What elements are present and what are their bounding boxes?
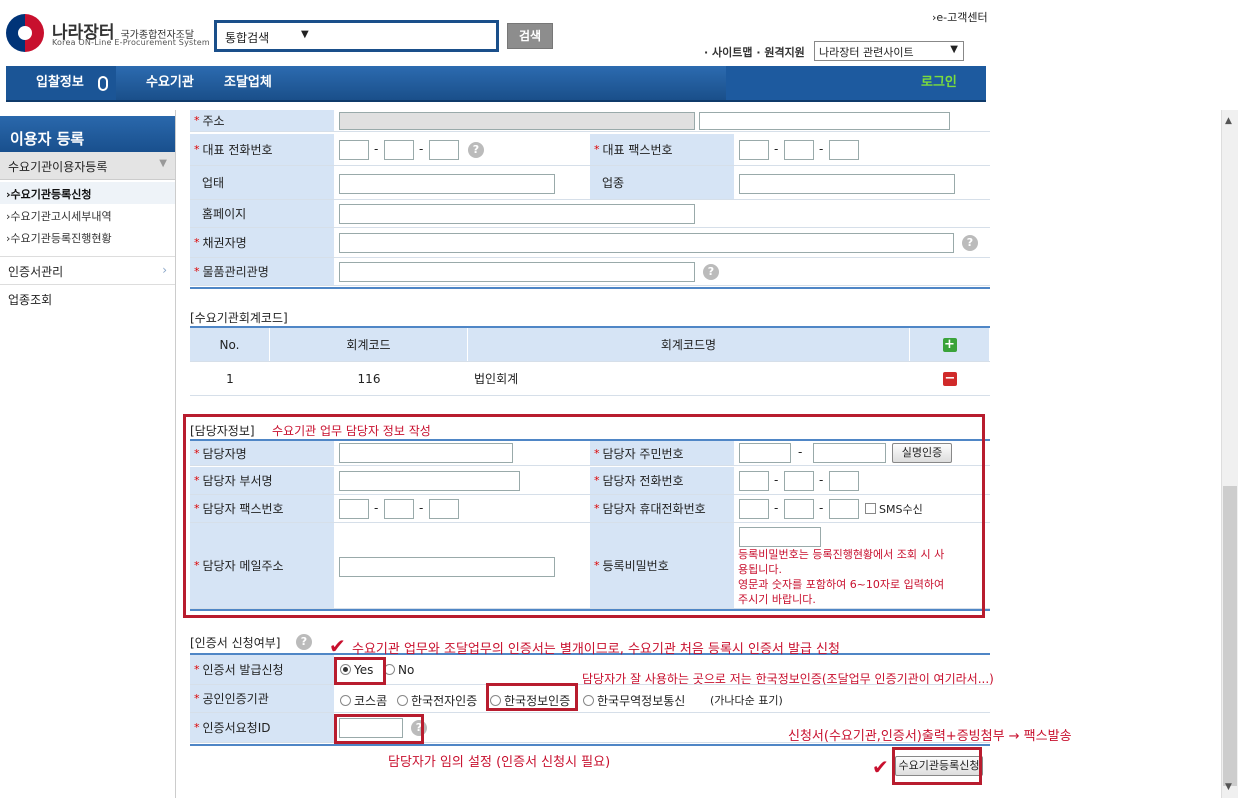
remove-icon[interactable]: −: [943, 371, 957, 386]
annotation-ca-choice: 담당자가 잘 사용하는 곳으로 저는 한국정보인증(조달업무 인증기관이 여기라…: [582, 672, 994, 686]
business-type-label: 업태: [190, 166, 334, 199]
chevron-right-icon: ›: [162, 263, 167, 277]
sidebar-item-org-reg-request[interactable]: ›수요기관등록신청: [6, 186, 92, 202]
annotation-fax-send: 신청서(수요기관,인증서)출력+증빙첨부 → 팩스발송: [788, 729, 1072, 744]
address-zip-field: [339, 112, 695, 130]
account-code-section-title: [수요기관회계코드]: [190, 311, 288, 325]
cert-req-id-label: * 인증서요청ID: [190, 713, 334, 742]
help-icon[interactable]: ?: [296, 634, 312, 650]
checkmark-icon: ✔: [329, 634, 346, 658]
rep-phone-row: * 대표 전화번호 - - ? * 대표 팩스번호 - -: [190, 134, 990, 166]
chevron-down-icon: ▼: [950, 44, 958, 55]
annotation-cert-separate: 수요기관 업무와 조달업무의 인증서는 별개이므로, 수요기관 처음 등록시 인…: [352, 642, 840, 657]
main-nav: 입찰정보 수요기관 조달업체 로그인: [6, 66, 986, 102]
nav-demand-org[interactable]: 수요기관: [146, 66, 194, 100]
address-detail-input[interactable]: [699, 112, 950, 130]
row-no: 1: [226, 371, 234, 386]
scroll-up-icon[interactable]: ▲: [1225, 116, 1232, 126]
creditor-label: * 채권자명: [190, 228, 334, 257]
rep-phone-1-input[interactable]: [339, 140, 369, 160]
search-category-select[interactable]: 통합검색: [225, 29, 269, 46]
creditor-row: * 채권자명 ?: [190, 228, 990, 258]
goods-manager-label: * 물품관리관명: [190, 258, 334, 285]
col-code-name-header: 회계코드명: [468, 328, 910, 361]
goods-manager-row: * 물품관리관명 ?: [190, 258, 990, 286]
address-row: * 주소: [190, 110, 990, 132]
ca-ktnet-radio[interactable]: 한국무역정보통신: [583, 692, 685, 709]
row-code: 116: [357, 371, 381, 386]
help-icon[interactable]: ?: [962, 235, 978, 251]
homepage-input[interactable]: [339, 204, 695, 224]
homepage-label: 홈페이지: [190, 200, 334, 227]
cert-issue-label: * 인증서 발급신청: [190, 655, 334, 684]
business-item-label: 업종: [590, 166, 734, 199]
cert-issue-no-radio[interactable]: No: [384, 663, 414, 677]
sidebar-item-org-notice-detail[interactable]: ›수요기관고시세부내역: [6, 208, 112, 224]
cert-section-title: [인증서 신청여부]: [190, 636, 281, 650]
business-type-input[interactable]: [339, 174, 555, 194]
business-row: 업태 업종: [190, 166, 990, 200]
annotation-req-id-note: 담당자가 임의 설정 (인증서 신청시 필요): [388, 755, 611, 770]
col-code-header: 회계코드: [270, 328, 468, 361]
add-icon[interactable]: +: [942, 337, 957, 352]
annotation-req-id-box: [334, 714, 424, 744]
sidebar-item-cert-management[interactable]: 인증서관리 ›: [0, 256, 175, 284]
checkmark-icon: ✔: [872, 755, 889, 779]
address-label: * 주소: [190, 110, 334, 131]
related-sites-value: 나라장터 관련사이트: [819, 46, 914, 59]
scroll-down-icon[interactable]: ▼: [1225, 782, 1232, 792]
nav-supplier[interactable]: 조달업체: [224, 66, 272, 100]
business-item-input[interactable]: [739, 174, 955, 194]
sidebar-title: 이용자 등록: [0, 116, 175, 156]
ca-order-note: (가나다순 표기): [710, 694, 783, 707]
add-row-cell: +: [910, 328, 990, 361]
annotation-manager-box: [183, 414, 985, 618]
table-row: 1 116 법인회계 −: [190, 362, 990, 396]
ca-koscom-radio[interactable]: 코스콤: [340, 692, 387, 709]
mouse-icon: [98, 76, 108, 91]
help-icon[interactable]: ?: [703, 264, 719, 280]
government-logo-icon: [6, 14, 44, 52]
remove-row-cell: −: [910, 362, 990, 395]
goods-manager-input[interactable]: [339, 262, 695, 282]
cert-ca-row: * 공인인증기관 코스콤 한국전자인증 한국정보인증 한국무역정보통신 (가나다순…: [190, 685, 990, 713]
rep-phone-2-input[interactable]: [384, 140, 414, 160]
rep-phone-3-input[interactable]: [429, 140, 459, 160]
rep-fax-3-input[interactable]: [829, 140, 859, 160]
sidebar-section-org-user-reg[interactable]: 수요기관이용자등록 ▼: [0, 152, 175, 180]
annotation-kica-box: [486, 683, 578, 711]
chevron-down-icon: ▼: [159, 158, 167, 169]
annotation-yes-box: [334, 657, 386, 685]
login-link[interactable]: 로그인: [921, 66, 957, 100]
account-code-header-row: No. 회계코드 회계코드명 +: [190, 328, 990, 362]
sitemap-link[interactable]: · 사이트맵 · 원격지원: [704, 44, 805, 60]
search-box[interactable]: 통합검색 ▼: [214, 20, 499, 52]
annotation-submit-box: [892, 747, 982, 785]
nav-bid-info[interactable]: 입찰정보: [6, 66, 116, 100]
e-customer-center-link[interactable]: ›e-고객센터: [932, 9, 988, 25]
sidebar-item-org-reg-status[interactable]: ›수요기관등록진행현황: [6, 230, 112, 246]
search-button[interactable]: 검색: [507, 23, 553, 49]
rep-phone-label: * 대표 전화번호: [190, 134, 334, 165]
scrollbar-thumb[interactable]: [1223, 486, 1237, 786]
rep-fax-1-input[interactable]: [739, 140, 769, 160]
rep-fax-label: * 대표 팩스번호: [590, 134, 734, 165]
help-icon[interactable]: ?: [468, 142, 484, 158]
ca-crosscert-radio[interactable]: 한국전자인증: [397, 692, 477, 709]
creditor-input[interactable]: [339, 233, 954, 253]
chevron-down-icon: ▼: [301, 29, 309, 40]
row-code-name: 법인회계: [474, 372, 519, 386]
related-sites-select[interactable]: 나라장터 관련사이트 ▼: [814, 41, 964, 61]
col-no-header: No.: [190, 328, 270, 361]
sidebar: 이용자 등록 수요기관이용자등록 ▼ ›수요기관등록신청 ›수요기관고시세부내역 …: [0, 110, 176, 798]
cert-ca-label: * 공인인증기관: [190, 685, 334, 712]
header: 나라장터 국가종합전자조달 Korea ON-Line E-Procuremen…: [0, 0, 1244, 66]
homepage-row: 홈페이지: [190, 200, 990, 228]
vertical-scrollbar[interactable]: ▲ ▼: [1221, 110, 1238, 798]
rep-fax-2-input[interactable]: [784, 140, 814, 160]
sidebar-item-industry-search[interactable]: 업종조회: [0, 284, 175, 312]
logo-subtitle: Korea ON-Line E-Procurement System: [52, 38, 210, 47]
